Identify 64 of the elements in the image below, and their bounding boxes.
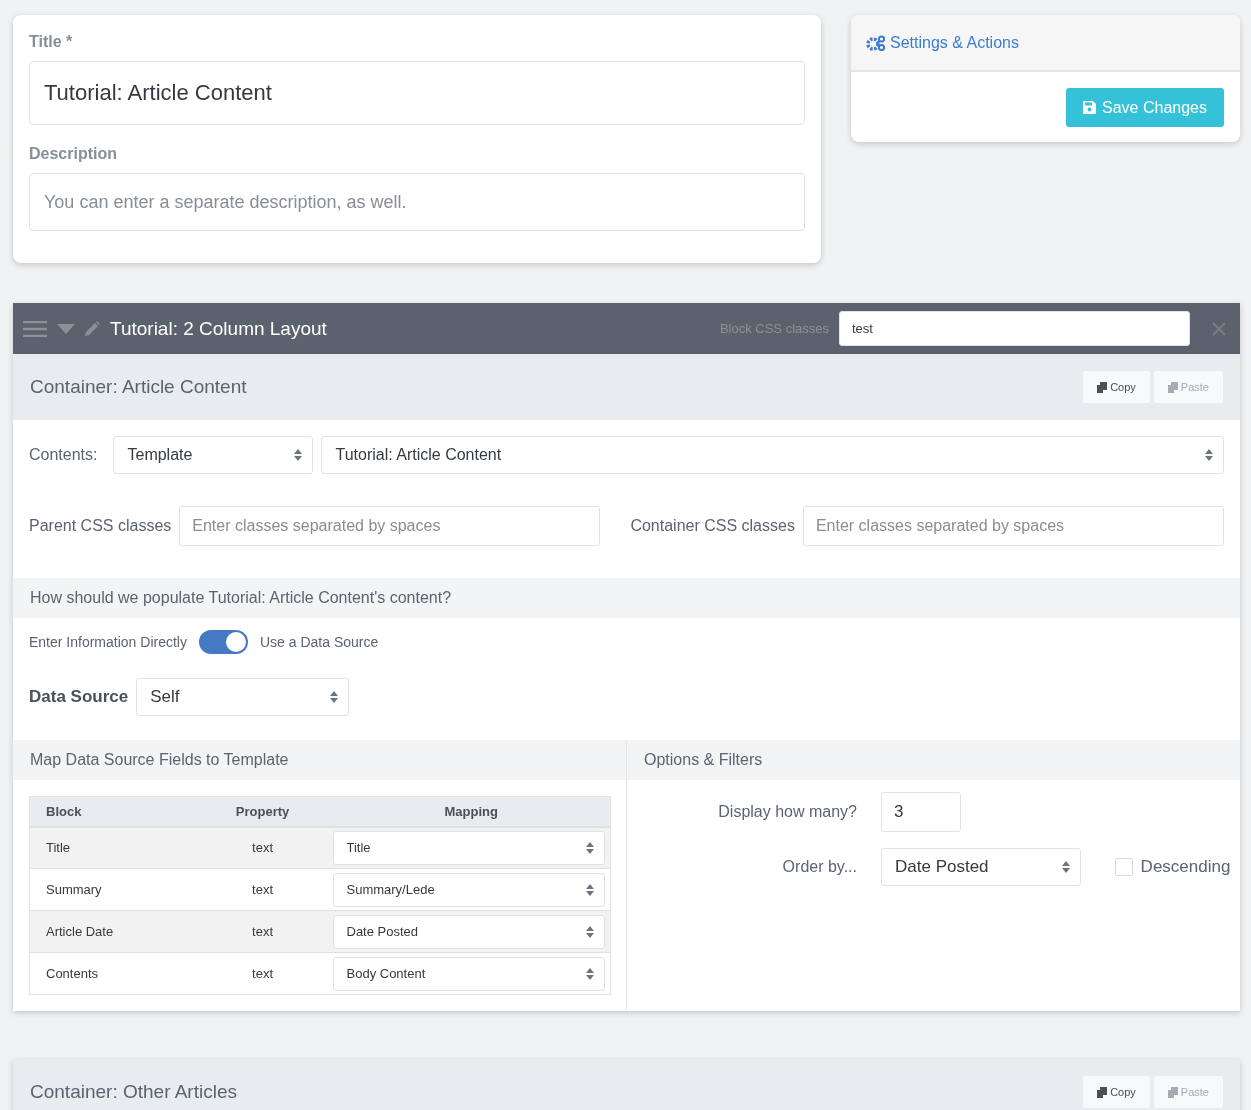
title-field[interactable]: Tutorial: Article Content xyxy=(29,61,805,125)
mapping-select[interactable]: Body Content xyxy=(332,956,605,991)
section-heading: How should we populate Tutorial: Article Content's content? xyxy=(30,589,452,607)
pencil-icon[interactable] xyxy=(85,321,100,336)
menu-icon[interactable] xyxy=(23,320,47,337)
table-cell: Article Date xyxy=(29,910,193,953)
descending-label: Descending xyxy=(1140,857,1231,877)
section-heading: Map Data Source Fields to Template xyxy=(30,751,289,769)
container-title: Container: Article Content xyxy=(30,376,248,398)
copy-button[interactable]: Copy xyxy=(1083,1076,1150,1108)
column-header: Mapping xyxy=(332,796,611,827)
sort-arrows-icon xyxy=(1205,449,1213,461)
order-label: Order by... xyxy=(782,858,857,876)
title-label: Title * xyxy=(29,33,74,51)
container-css-label: Container CSS classes xyxy=(630,517,795,535)
settings-title: Settings & Actions xyxy=(890,33,1019,52)
mapping-select[interactable]: Summary/Lede xyxy=(332,872,605,907)
sort-arrows-icon xyxy=(586,883,594,896)
description-label: Description xyxy=(29,145,118,163)
table-cell: Contents xyxy=(29,952,193,995)
sort-arrows-icon xyxy=(586,967,594,980)
toggle-on-label: Use a Data Source xyxy=(259,634,379,650)
container-title: Container: Other Articles xyxy=(30,1081,238,1103)
copy-icon xyxy=(1097,1086,1108,1098)
contents-label: Contents: xyxy=(29,446,98,464)
table-cell: Title xyxy=(29,826,193,869)
sort-arrows-icon xyxy=(586,925,594,938)
caret-down-icon[interactable] xyxy=(57,323,75,334)
count-label: Display how many? xyxy=(718,803,857,821)
column-header: Block xyxy=(29,796,193,827)
table-cell: Summary xyxy=(29,868,193,911)
close-icon[interactable] xyxy=(1212,321,1226,336)
table-cell: text xyxy=(192,952,333,995)
copy-icon xyxy=(1167,381,1178,393)
table-cell: text xyxy=(192,868,333,911)
count-field[interactable]: 3 xyxy=(881,792,961,832)
parent-css-label: Parent CSS classes xyxy=(29,517,172,535)
sort-arrows-icon xyxy=(294,449,303,461)
block-title: Tutorial: 2 Column Layout xyxy=(110,317,328,340)
column-header: Property xyxy=(192,796,333,827)
gears-icon xyxy=(866,34,886,51)
container-css-field[interactable]: Enter classes separated by spaces xyxy=(802,506,1224,546)
data-source-select[interactable]: Self xyxy=(136,678,350,716)
content-item-select[interactable]: Tutorial: Article Content xyxy=(321,436,1224,474)
data-source-label: Data Source xyxy=(29,687,129,707)
copy-icon xyxy=(1167,1086,1178,1098)
description-field[interactable]: You can enter a separate description, as well. xyxy=(29,173,805,231)
parent-css-field[interactable]: Enter classes separated by spaces xyxy=(179,506,601,546)
toggle-off-label: Enter Information Directly xyxy=(29,634,187,650)
mapping-select[interactable]: Title xyxy=(332,830,605,865)
sort-arrows-icon xyxy=(330,691,339,703)
toggle-switch[interactable] xyxy=(198,630,248,654)
copy-button[interactable]: Copy xyxy=(1083,371,1150,403)
contents-type-select[interactable]: Template xyxy=(113,436,314,474)
table-cell: text xyxy=(192,826,333,869)
mapping-select[interactable]: Date Posted xyxy=(332,914,605,949)
table-cell: text xyxy=(192,910,333,953)
order-select[interactable]: Date Posted xyxy=(881,848,1081,886)
copy-icon xyxy=(1097,381,1108,393)
sort-arrows-icon xyxy=(1062,861,1070,873)
descending-checkbox[interactable] xyxy=(1114,858,1133,876)
block-css-field[interactable]: test xyxy=(839,311,1190,346)
sort-arrows-icon xyxy=(586,841,594,854)
section-heading: Options & Filters xyxy=(644,751,763,769)
